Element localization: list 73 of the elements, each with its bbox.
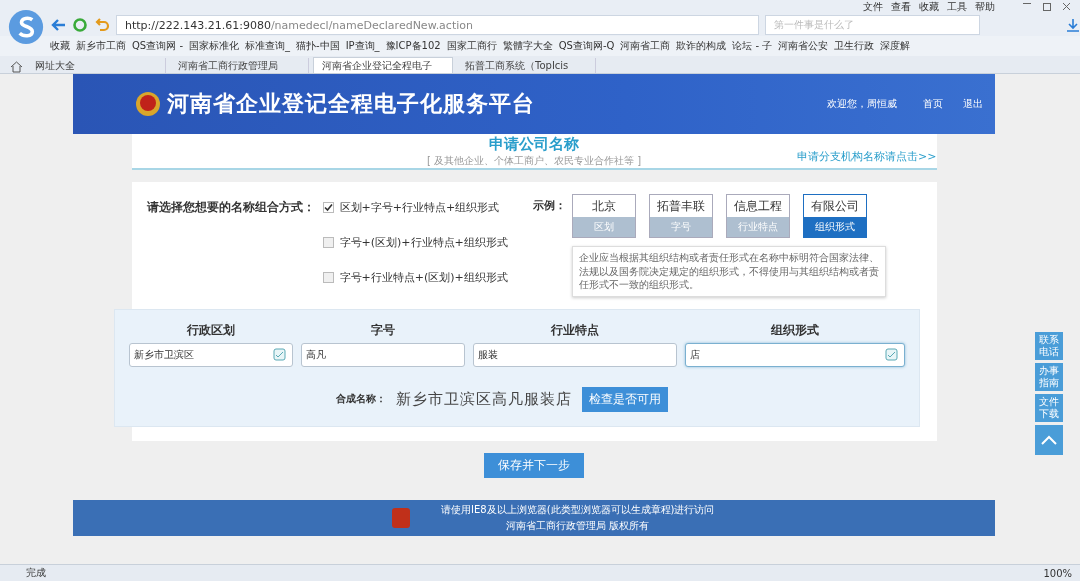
browser-tab[interactable]: 网址大全 [27,58,166,73]
input-field[interactable]: 高凡 [300,342,465,367]
status-text: 完成 [26,566,46,580]
combined-name: 新乡市卫滨区高凡服装店 [395,389,572,409]
bookmark-link[interactable]: QS查询网-Q [558,39,615,53]
field-label: 字号 [370,321,395,339]
header-link[interactable]: 首页 [923,97,943,111]
header-link[interactable]: 退出 [963,97,983,111]
zoom-level[interactable]: 100% [1043,567,1072,579]
section-subtitle: [ 及其他企业、个体工商户、农民专业合作社等 ] [426,153,642,168]
emblem-icon [135,90,161,118]
bookmark-link[interactable]: 猫扑-中国 [296,39,340,53]
checkbox[interactable] [322,272,334,283]
picker-icon[interactable] [884,348,898,361]
address-bar[interactable]: http://222.143.21.61:9080/namedecl/nameDeclaredNew.action [116,15,759,35]
refresh-icon[interactable] [72,17,88,33]
bookmark-link[interactable]: 论坛 - 子 [732,39,773,53]
browser-tab[interactable]: 河南省工商行政管理局 [170,58,309,73]
menu-item[interactable]: 帮助 [975,0,995,14]
undo-icon[interactable] [94,18,110,32]
prompt-label: 请选择您想要的名称组合方式： [146,200,315,216]
bookmark-link[interactable]: 河南省工商 [620,39,671,53]
menu-item[interactable]: 文件 [863,0,883,14]
home-icon[interactable] [10,61,23,73]
tip-box: 企业应当根据其组织结构或者责任形式在名称中标明符合国家法律、法规以及国务院决定规定的组织形式，不得使用与其组织结构或者责任形式不一致的组织形式。 [571,246,886,297]
footer-text: 河南省工商行政管理局 版权所有 [506,518,650,533]
back-icon[interactable] [50,18,66,32]
emblem-icon [391,506,411,529]
caret-icon [1041,435,1057,445]
bookmark-link[interactable]: 收藏 [50,39,70,53]
checkbox[interactable] [322,202,334,213]
bookmark-link[interactable]: 国家标准化 [189,39,239,53]
example-tile[interactable]: 北京 区划 [571,194,636,238]
bookmark-link[interactable]: IP查询_ [345,39,380,53]
maximize-icon[interactable] [1043,3,1051,11]
bookmark-link[interactable]: 深度解 [880,39,911,53]
example-tile[interactable]: 信息工程 行业特点 [725,194,790,238]
menu-item[interactable]: 收藏 [919,0,939,14]
bookmark-link[interactable]: 卫生行政 [834,39,875,53]
picker-icon[interactable] [272,348,286,361]
browser-tab[interactable]: 拓普工商系统（TopIcis [457,58,596,73]
back-to-top-button[interactable] [1035,425,1063,455]
bookmark-link[interactable]: 国家工商行 [446,39,497,53]
menu-item[interactable]: 查看 [891,0,911,14]
bookmark-link[interactable]: QS查询网 - [132,39,183,53]
browser-tab[interactable]: 河南省企业登记全程电子 [313,57,453,73]
option-label: 字号+行业特点+(区划)+组织形式 [339,270,508,285]
field-label: 行业特点 [550,321,599,339]
field-label: 组织形式 [770,321,819,339]
field-label: 行政区划 [186,321,235,339]
section-title: 申请公司名称 [489,134,579,154]
checkbox[interactable] [322,237,334,248]
bookmark-link[interactable]: 欺诈的构成 [676,39,727,53]
example-label: 示例： [532,198,566,214]
option-label: 字号+(区划)+行业特点+组织形式 [339,235,508,250]
option-label: 区划+字号+行业特点+组织形式 [339,200,500,215]
bookmark-link[interactable]: 繁體字大全 [502,39,553,53]
menu-item[interactable]: 工具 [947,0,967,14]
example-tile[interactable]: 拓普丰联 字号 [648,194,713,238]
welcome-text: 欢迎您，周恒威 [827,97,897,111]
example-tile[interactable]: 有限公司 组织形式 [802,194,867,238]
input-field[interactable]: 服装 [472,342,677,367]
close-icon[interactable] [1063,3,1070,10]
bookmark-link[interactable]: 豫ICP备102 [385,39,441,53]
download-icon[interactable] [1066,18,1080,32]
combined-label: 合成名称： [335,392,386,406]
bookmark-link[interactable]: 新乡市工商 [76,39,126,53]
footer-text: 请使用IE8及以上浏览器(此类型浏览器可以生成章程)进行访问 [441,502,715,517]
site-title: 河南省企业登记全程电子化服务平台 [167,90,535,118]
bookmark-link[interactable]: 标准查询_ [245,39,290,53]
input-field[interactable]: 新乡市卫滨区 [128,342,293,367]
input-field[interactable]: 店 [684,342,905,367]
bookmark-link[interactable]: 河南省公安 [778,39,829,53]
